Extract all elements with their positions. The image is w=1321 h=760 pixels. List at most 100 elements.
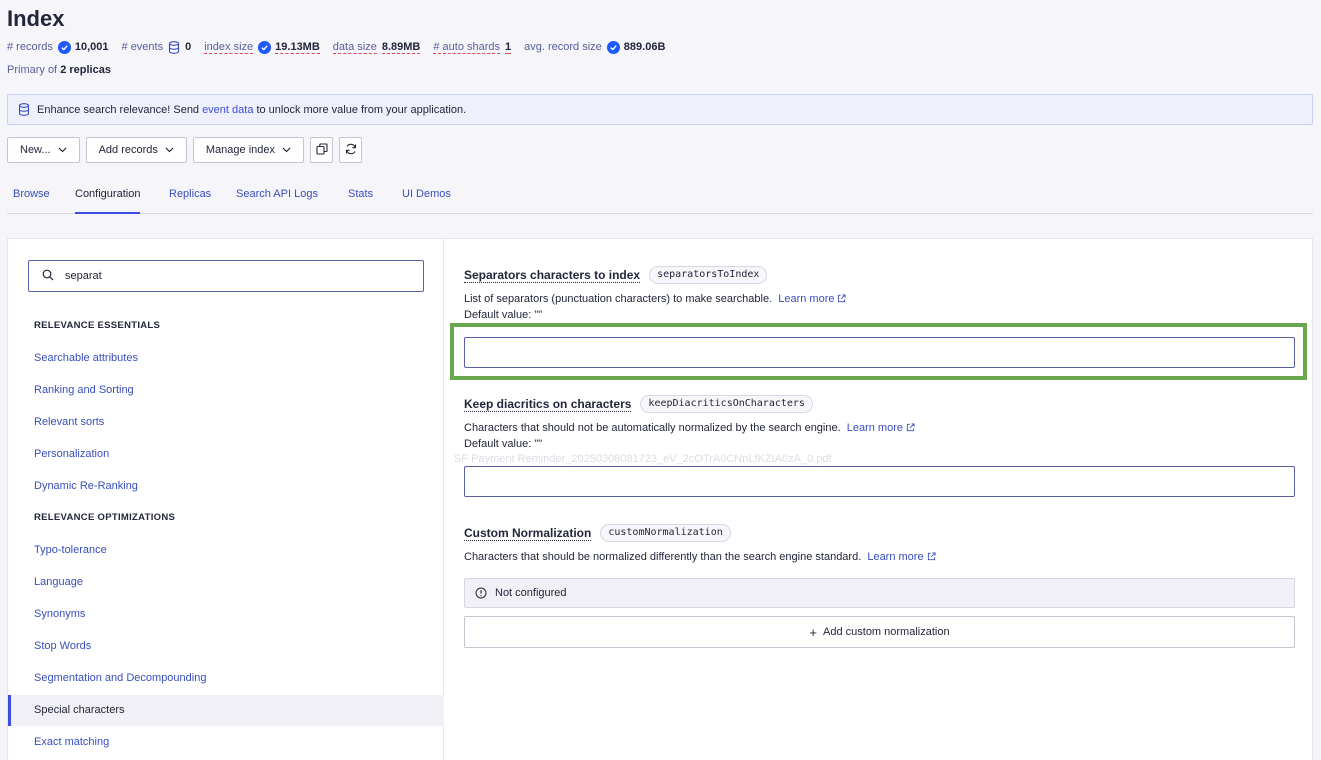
separators-default-value: Default value: "" xyxy=(464,309,543,321)
tab-browse[interactable]: Browse xyxy=(13,181,50,214)
copy-button[interactable] xyxy=(310,137,333,163)
index-toolbar: New... Add records Manage index xyxy=(7,137,362,163)
check-icon xyxy=(258,40,272,54)
stat-label: data size xyxy=(332,40,377,54)
separators-description-text: List of separators (punctuation characte… xyxy=(464,293,773,305)
sidebar-item-language[interactable]: Language xyxy=(8,567,444,598)
stat-records: # records 10,001 xyxy=(7,40,109,54)
banner-text-before: Enhance search relevance! Send xyxy=(37,103,200,116)
replicas-info: Primary of 2 replicas xyxy=(7,64,111,76)
chevron-down-icon xyxy=(58,147,67,153)
sidebar-item-segmentation[interactable]: Segmentation and Decompounding xyxy=(8,663,444,694)
not-configured-label: Not configured xyxy=(495,587,567,599)
normalization-status: Not configured xyxy=(464,578,1295,608)
banner-text-after: to unlock more value from your applicati… xyxy=(256,103,467,116)
normalization-description: Characters that should be normalized dif… xyxy=(464,551,936,564)
check-icon xyxy=(57,40,71,54)
database-icon xyxy=(18,103,30,116)
normalization-code-badge: customNormalization xyxy=(600,524,731,542)
tab-stats[interactable]: Stats xyxy=(348,181,373,214)
stat-value: 1 xyxy=(505,40,512,54)
normalization-description-text: Characters that should be normalized dif… xyxy=(464,551,862,563)
database-icon xyxy=(168,40,180,54)
diacritics-input[interactable] xyxy=(464,466,1295,497)
sidebar-item-dynamic-re-ranking[interactable]: Dynamic Re-Ranking xyxy=(8,471,444,502)
index-stats: # records 10,001 # events 0 index size 1… xyxy=(7,40,678,54)
tab-ui-demos[interactable]: UI Demos xyxy=(402,181,451,214)
learn-more-label: Learn more xyxy=(867,551,924,563)
diacritics-header: Keep diacritics on characters keepDiacri… xyxy=(464,395,813,413)
separators-code-badge: separatorsToIndex xyxy=(649,266,768,284)
settings-sidebar: RELEVANCE ESSENTIALS Searchable attribut… xyxy=(8,239,444,760)
event-data-link[interactable]: event data xyxy=(202,104,253,116)
tab-search-api-logs[interactable]: Search API Logs xyxy=(236,181,318,214)
section-relevance-essentials: RELEVANCE ESSENTIALS xyxy=(34,320,161,331)
stat-label: # auto shards xyxy=(433,40,501,54)
sidebar-item-stop-words[interactable]: Stop Words xyxy=(8,631,444,662)
stat-data-size: data size 8.89MB xyxy=(332,40,421,54)
plus-icon: + xyxy=(809,624,818,640)
check-icon xyxy=(606,40,620,54)
tab-replicas[interactable]: Replicas xyxy=(169,181,211,214)
stat-avg-record-size: avg. record size 889.06B xyxy=(524,40,666,54)
stat-index-size: index size 19.13MB xyxy=(204,40,320,54)
new-button-label: New... xyxy=(20,144,51,156)
stat-value: 0 xyxy=(185,41,192,53)
diacritics-description-text: Characters that should not be automatica… xyxy=(464,422,841,434)
learn-more-label: Learn more xyxy=(778,293,835,305)
stat-label: # events xyxy=(121,41,164,53)
normalization-title: Custom Normalization xyxy=(464,525,592,541)
sidebar-item-exact-matching[interactable]: Exact matching xyxy=(8,727,444,758)
stat-label: index size xyxy=(204,40,254,54)
stat-value: 8.89MB xyxy=(381,40,421,54)
sidebar-item-synonyms[interactable]: Synonyms xyxy=(8,599,444,630)
stat-value: 889.06B xyxy=(623,41,666,53)
refresh-button[interactable] xyxy=(339,137,362,163)
sidebar-item-ranking-and-sorting[interactable]: Ranking and Sorting xyxy=(8,375,444,406)
separators-learn-more-link[interactable]: Learn more xyxy=(778,293,847,306)
separators-title: Separators characters to index xyxy=(464,267,641,283)
manage-index-button[interactable]: Manage index xyxy=(192,137,304,163)
stat-events: # events 0 xyxy=(121,40,192,54)
tab-configuration[interactable]: Configuration xyxy=(75,181,141,214)
copy-icon xyxy=(315,142,328,158)
sidebar-item-personalization[interactable]: Personalization xyxy=(8,439,444,470)
external-link-icon xyxy=(927,552,936,564)
add-custom-normalization-button[interactable]: + Add custom normalization xyxy=(464,616,1295,648)
add-custom-normalization-label: Add custom normalization xyxy=(823,626,950,638)
chevron-down-icon xyxy=(282,147,291,153)
sidebar-item-searchable-attributes[interactable]: Searchable attributes xyxy=(8,343,444,374)
stat-label: avg. record size xyxy=(524,41,602,53)
external-link-icon xyxy=(837,294,847,306)
stat-value: 10,001 xyxy=(74,41,109,53)
diacritics-description: Characters that should not be automatica… xyxy=(464,422,915,435)
add-records-button[interactable]: Add records xyxy=(85,137,187,163)
search-icon xyxy=(42,269,54,284)
refresh-icon xyxy=(345,143,357,158)
add-records-label: Add records xyxy=(98,144,158,156)
separators-text-input[interactable] xyxy=(465,338,1294,367)
stat-auto-shards: # auto shards 1 xyxy=(433,40,512,54)
settings-search[interactable] xyxy=(28,260,424,292)
normalization-learn-more-link[interactable]: Learn more xyxy=(867,551,936,564)
settings-search-input[interactable] xyxy=(65,270,405,282)
replicas-count: 2 replicas xyxy=(60,64,111,76)
page-title: Index xyxy=(7,6,65,31)
manage-index-label: Manage index xyxy=(205,144,275,156)
chevron-down-icon xyxy=(165,147,174,153)
replicas-prefix: Primary of xyxy=(7,64,58,76)
sidebar-item-typo-tolerance[interactable]: Typo-tolerance xyxy=(8,535,444,566)
stat-value: 19.13MB xyxy=(275,40,320,54)
new-button[interactable]: New... xyxy=(7,137,80,163)
sidebar-item-special-characters[interactable]: Special characters xyxy=(8,695,444,726)
info-circle-icon xyxy=(475,587,487,599)
sidebar-item-relevant-sorts[interactable]: Relevant sorts xyxy=(8,407,444,438)
diacritics-learn-more-link[interactable]: Learn more xyxy=(847,422,915,434)
ghost-filename-overlay: SF Payment Reminder_20250308081723_eV_2c… xyxy=(454,453,832,465)
diacritics-code-badge: keepDiacriticsOnCharacters xyxy=(640,395,813,413)
separators-input[interactable] xyxy=(464,337,1295,368)
diacritics-text-input[interactable] xyxy=(465,467,1294,496)
configuration-panel: RELEVANCE ESSENTIALS Searchable attribut… xyxy=(7,238,1313,760)
section-relevance-optimizations: RELEVANCE OPTIMIZATIONS xyxy=(34,512,176,523)
event-data-banner: Enhance search relevance! Send event dat… xyxy=(7,94,1313,125)
